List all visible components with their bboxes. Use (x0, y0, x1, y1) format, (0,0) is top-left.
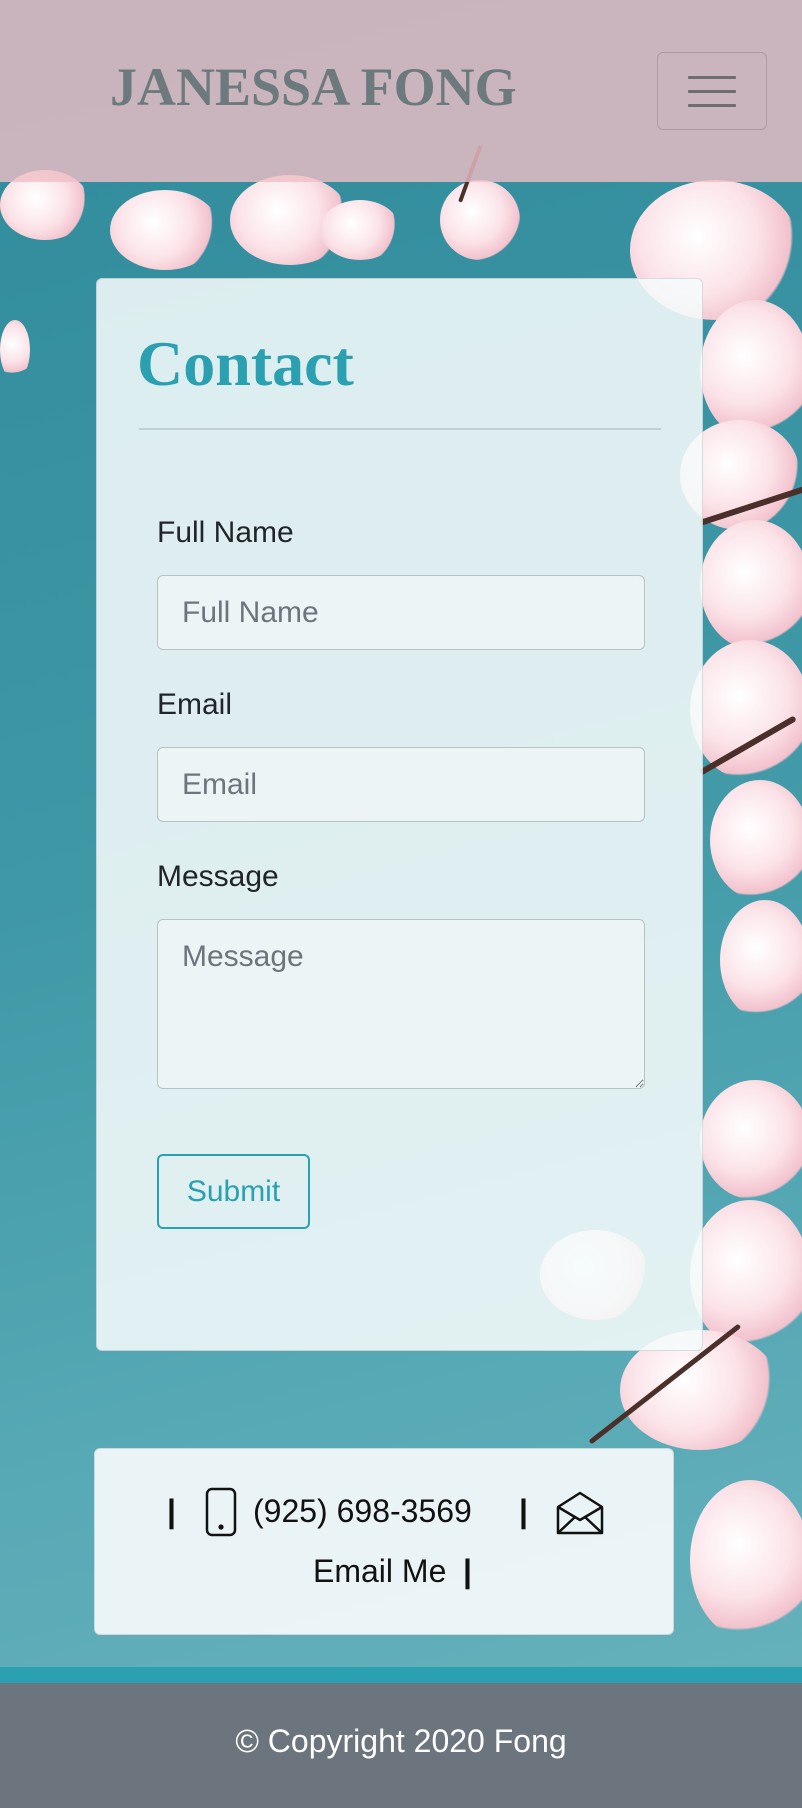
envelope-icon[interactable] (555, 1487, 605, 1545)
page-title: Contact (137, 328, 354, 399)
full-name-input[interactable] (157, 575, 645, 650)
navbar-toggle-button[interactable] (657, 52, 767, 130)
contact-card: Contact Full Name Email Message Submit (96, 278, 703, 1351)
hamburger-menu-icon (688, 89, 736, 93)
contact-info-line: | (925) 698-3569 | (95, 1487, 673, 1543)
phone-number-link[interactable]: (925) 698-3569 (253, 1493, 472, 1530)
contact-info-line: Email Me | (95, 1553, 673, 1603)
message-label: Message (157, 860, 279, 893)
title-divider (139, 428, 661, 430)
copyright-text: © Copyright 2020 Fong (235, 1723, 567, 1759)
hamburger-menu-icon (688, 103, 736, 107)
separator: | (519, 1493, 528, 1529)
navbar: JANESSA FONG (0, 0, 802, 182)
message-textarea[interactable] (157, 919, 645, 1089)
footer: © Copyright 2020 Fong (0, 1683, 802, 1808)
email-input[interactable] (157, 747, 645, 822)
email-me-link[interactable]: Email Me (313, 1553, 446, 1590)
submit-button[interactable]: Submit (157, 1154, 310, 1229)
footer-accent-stripe (0, 1667, 802, 1683)
separator: | (167, 1493, 176, 1529)
separator: | (463, 1553, 472, 1589)
hamburger-menu-icon (688, 75, 736, 79)
phone-icon (205, 1487, 237, 1545)
brand-logo-text[interactable]: JANESSA FONG (110, 56, 517, 118)
email-label: Email (157, 688, 233, 721)
contact-info-box: | (925) 698-3569 | Email Me | (94, 1448, 674, 1635)
full-name-label: Full Name (157, 516, 294, 549)
